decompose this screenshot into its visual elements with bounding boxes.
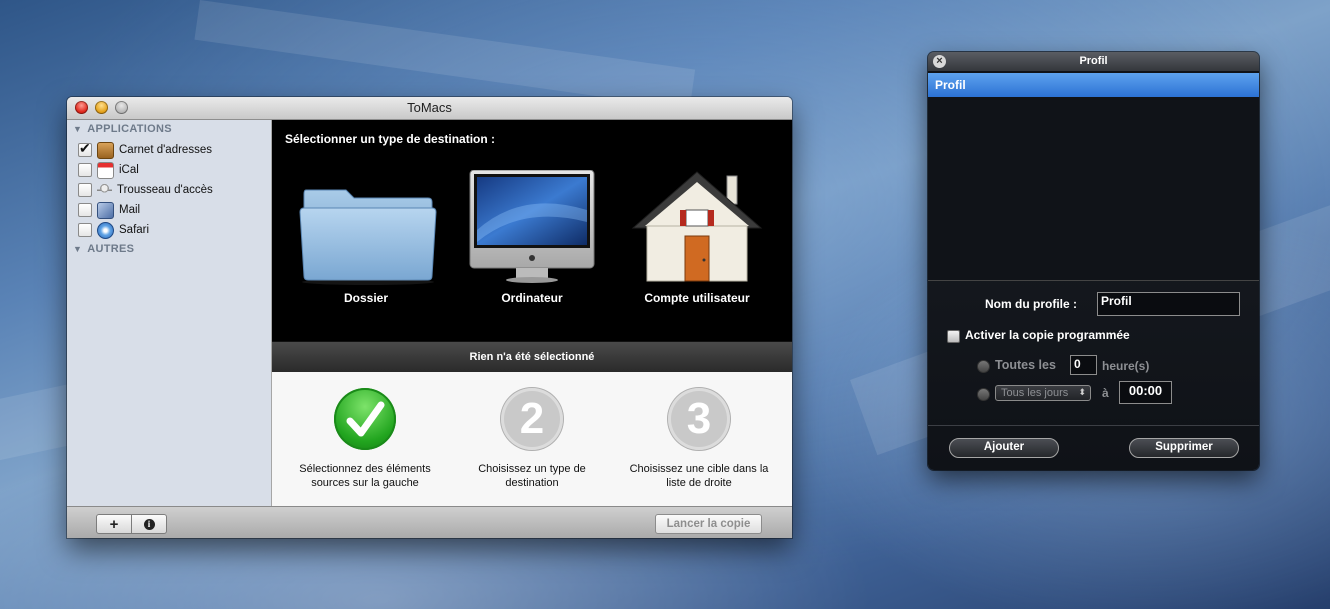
profile-list-item[interactable]: Profil xyxy=(928,73,1259,97)
group-label: APPLICATIONS xyxy=(87,123,172,135)
step-2: 2 Choisissez un type de destination xyxy=(452,388,612,490)
group-header-applications[interactable]: ▼ APPLICATIONS xyxy=(73,123,172,135)
destination-chooser: Sélectionner un type de destination : Do… xyxy=(272,120,792,341)
source-checkbox[interactable] xyxy=(78,203,92,217)
source-checkbox[interactable] xyxy=(78,163,92,177)
at-label: à xyxy=(1102,386,1109,400)
disclosure-triangle-icon[interactable]: ▼ xyxy=(73,244,82,254)
source-label: Carnet d'adresses xyxy=(119,144,212,156)
hours-unit-label: heure(s) xyxy=(1102,359,1150,373)
source-label: Mail xyxy=(119,204,141,216)
checkmark-icon xyxy=(334,388,396,450)
source-item-address-book[interactable]: Carnet d'adresses xyxy=(78,140,212,159)
add-button[interactable]: + xyxy=(96,514,132,534)
mail-icon xyxy=(97,201,114,219)
steps-panel: Sélectionnez des éléments sources sur la… xyxy=(272,372,792,506)
delete-profile-button[interactable]: Supprimer xyxy=(1129,438,1239,458)
safari-icon xyxy=(97,221,114,239)
frequency-select-value: Tous les jours xyxy=(1001,387,1069,399)
house-icon xyxy=(631,171,763,282)
destination-label: Compte utilisateur xyxy=(644,291,750,305)
hours-count-field[interactable]: 0 xyxy=(1070,355,1097,375)
address-book-icon xyxy=(97,141,114,159)
source-checkbox[interactable] xyxy=(78,140,92,157)
step-number: 2 xyxy=(519,394,545,443)
profile-name-label: Nom du profile : xyxy=(985,297,1077,311)
daily-radio[interactable] xyxy=(977,388,990,401)
add-profile-button[interactable]: Ajouter xyxy=(949,438,1059,458)
panel-title: Profil xyxy=(1079,55,1108,67)
step-description: Sélectionnez des éléments sources sur la… xyxy=(299,463,431,489)
wallpaper-streak xyxy=(194,0,696,110)
source-label: Trousseau d'accès xyxy=(117,184,213,196)
keychain-icon xyxy=(97,182,112,198)
title-bar[interactable]: ToMacs xyxy=(67,97,792,120)
source-item-safari[interactable]: Safari xyxy=(78,221,149,239)
time-field[interactable]: 00:00 xyxy=(1119,381,1172,404)
every-label: Toutes les xyxy=(995,358,1056,372)
step-description: Choisissez une cible dans la liste de dr… xyxy=(629,463,769,489)
schedule-checkbox[interactable] xyxy=(947,330,960,343)
profile-panel: Profil × Profil Nom du profile : Profil … xyxy=(928,52,1259,470)
frequency-select[interactable]: Tous les jours ⬍ xyxy=(995,385,1091,401)
panel-title-bar[interactable]: Profil × xyxy=(928,52,1259,71)
window-title: ToMacs xyxy=(407,100,452,115)
step-description: Choisissez un type de destination xyxy=(478,463,586,489)
source-label: iCal xyxy=(119,164,139,176)
tomacs-window: ToMacs ▼ APPLICATIONS Carnet d'adresses i… xyxy=(67,97,792,538)
destination-option-user-account[interactable]: Compte utilisateur xyxy=(617,170,777,305)
destination-option-folder[interactable]: Dossier xyxy=(286,170,446,305)
schedule-label: Activer la copie programmée xyxy=(965,328,1130,342)
source-item-mail[interactable]: Mail xyxy=(78,201,140,219)
step-number: 3 xyxy=(686,394,712,443)
selection-status: Rien n'a été sélectionné xyxy=(272,341,792,373)
group-label: AUTRES xyxy=(87,243,135,255)
source-label: Safari xyxy=(119,224,150,236)
profile-name-field[interactable]: Profil xyxy=(1097,292,1240,316)
step-number-2-icon: 2 xyxy=(501,388,563,450)
panel-divider xyxy=(928,425,1259,426)
calendar-icon xyxy=(97,161,114,179)
destination-prompt: Sélectionner un type de destination : xyxy=(285,132,496,146)
source-checkbox[interactable] xyxy=(78,183,92,197)
close-icon[interactable]: × xyxy=(933,55,946,68)
imac-icon xyxy=(469,169,595,283)
source-item-keychain[interactable]: Trousseau d'accès xyxy=(78,181,213,199)
step-3: 3 Choisissez une cible dans la liste de … xyxy=(619,388,779,490)
step-1: Sélectionnez des éléments sources sur la… xyxy=(285,388,445,490)
source-checkbox[interactable] xyxy=(78,223,92,237)
bottom-toolbar: + i Lancer la copie xyxy=(67,506,792,538)
profile-list[interactable]: Profil xyxy=(928,71,1259,281)
step-number-3-icon: 3 xyxy=(668,388,730,450)
disclosure-triangle-icon[interactable]: ▼ xyxy=(73,124,82,134)
info-icon: i xyxy=(143,518,155,530)
group-header-autres[interactable]: ▼ AUTRES xyxy=(73,243,134,255)
source-item-ical[interactable]: iCal xyxy=(78,161,139,179)
folder-icon xyxy=(299,189,437,285)
info-button[interactable]: i xyxy=(131,514,167,534)
destination-option-computer[interactable]: Ordinateur xyxy=(452,169,612,305)
chevron-updown-icon: ⬍ xyxy=(1078,387,1086,397)
destination-label: Ordinateur xyxy=(501,291,563,305)
plus-icon: + xyxy=(109,515,119,533)
source-sidebar: ▼ APPLICATIONS Carnet d'adresses iCal Tro… xyxy=(67,120,272,506)
every-hours-radio[interactable] xyxy=(977,360,990,373)
destination-label: Dossier xyxy=(343,291,389,305)
launch-copy-button[interactable]: Lancer la copie xyxy=(655,514,762,534)
